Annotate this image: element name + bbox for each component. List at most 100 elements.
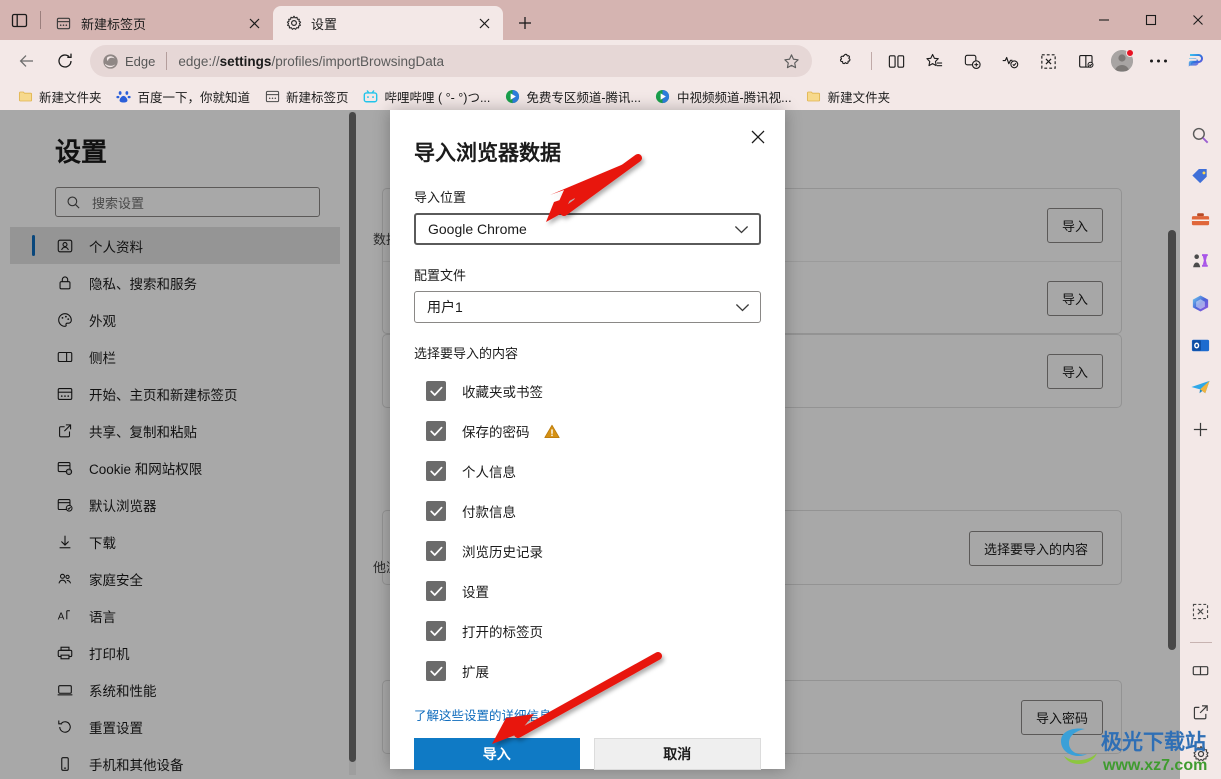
checkbox-label: 个人信息 [462,465,516,480]
split-screen-icon[interactable] [1185,653,1217,687]
tab-settings[interactable]: 设置 [273,6,503,40]
search-icon[interactable] [1185,118,1217,152]
checkbox-row-open-tabs[interactable]: 打开的标签页 [414,611,761,651]
split-screen-icon[interactable] [879,44,913,78]
new-tab-button[interactable] [509,7,541,39]
add-icon[interactable] [1185,412,1217,446]
checkbox-label: 扩展 [462,665,489,680]
collections-icon[interactable] [955,44,989,78]
close-icon[interactable] [473,12,495,34]
games-icon[interactable] [1185,244,1217,278]
chevron-down-icon [734,225,749,234]
profile-label: 配置文件 [414,268,467,283]
dialog-actions: 导入 取消 [414,738,761,770]
window-controls [1080,0,1221,40]
bookmark-item[interactable]: 百度一下，你就知道 [109,85,258,107]
read-aloud-icon[interactable] [1069,44,1103,78]
checkbox-checked-icon[interactable] [426,461,446,481]
import-button[interactable]: 导入 [414,738,580,770]
tab-title: 设置 [311,16,338,32]
outlook-icon[interactable] [1185,328,1217,362]
checkbox-row-personal-info[interactable]: 个人信息 [414,451,761,491]
bookmark-label: 百度一下，你就知道 [137,90,251,105]
learn-more-link[interactable]: 了解这些设置的详细信息 [414,705,552,724]
bookmark-item[interactable]: 哔哩哔哩 ( °- °)つ... [356,85,498,107]
chevron-down-icon [735,303,750,312]
profile-select[interactable]: 用户1 [414,291,761,323]
bookmark-label: 新建文件夹 [827,90,891,105]
avatar[interactable] [1105,44,1139,78]
omnibox-divider [166,52,168,70]
back-arrow-icon[interactable] [10,44,44,78]
bookmarks-bar: 新建文件夹 百度一下，你就知道 新建标签页 哔哩哔哩 ( °- °)つ... 免… [0,82,1221,110]
import-from-value: Google Chrome [428,221,527,237]
import-from-select[interactable]: Google Chrome [414,213,761,245]
settings-gear-icon[interactable] [1185,737,1217,771]
favorite-star-icon[interactable] [776,46,806,76]
checkbox-label: 浏览历史记录 [462,545,543,560]
bookmark-item[interactable]: 新建标签页 [257,85,356,107]
close-icon[interactable] [743,122,773,152]
bookmark-label: 哔哩哔哩 ( °- °)つ... [384,90,491,105]
choose-content-label: 选择要导入的内容 [414,346,519,361]
checkbox-label: 保存的密码 [462,425,530,440]
import-from-label: 导入位置 [414,190,467,205]
checkbox-checked-icon[interactable] [426,501,446,521]
tab-divider [40,11,41,29]
close-icon[interactable] [243,12,265,34]
avatar-notification-badge [1126,49,1134,57]
toolbar-divider [871,52,872,70]
tools-icon[interactable] [1185,202,1217,236]
checkbox-checked-icon[interactable] [426,581,446,601]
screenshot-icon[interactable] [1185,594,1217,628]
checkbox-row-passwords[interactable]: 保存的密码 [414,411,761,451]
copilot-icon[interactable] [1179,44,1213,78]
copilot-puzzle-icon[interactable] [830,44,864,78]
maximize-button[interactable] [1127,0,1174,40]
checkbox-label: 付款信息 [462,505,516,520]
bookmark-item[interactable]: 中视频频道-腾讯视... [648,85,799,107]
title-bar: 新建标签页 设置 [0,0,1221,40]
edge-logo-icon [103,53,118,69]
copilot-icon[interactable] [1185,286,1217,320]
checkbox-checked-icon[interactable] [426,421,446,441]
screenshot-icon[interactable] [1031,44,1065,78]
url-text: edge://settings/profiles/importBrowsingD… [178,53,445,69]
checkbox-row-payment-info[interactable]: 付款信息 [414,491,761,531]
checkbox-checked-icon[interactable] [426,381,446,401]
import-browser-data-dialog: 导入浏览器数据 导入位置 Google Chrome 配置文件 用户1 选择要导… [390,110,785,770]
new-tab-icon [55,15,72,32]
close-button[interactable] [1174,0,1221,40]
edge-identity-chip: Edge [102,53,155,70]
checkbox-checked-icon[interactable] [426,661,446,681]
address-bar[interactable]: Edge edge://settings/profiles/importBrow… [90,45,812,77]
settings-and-more-icon[interactable] [1141,44,1175,78]
open-external-icon[interactable] [1185,695,1217,729]
reload-icon[interactable] [48,44,82,78]
tab-list-icon[interactable] [0,0,38,40]
bookmark-item[interactable]: 新建文件夹 [799,85,898,107]
checkbox-checked-icon[interactable] [426,621,446,641]
bookmark-item[interactable]: 新建文件夹 [10,85,109,107]
checkbox-label: 设置 [462,585,489,600]
favorites-icon[interactable] [917,44,951,78]
checkbox-checked-icon[interactable] [426,541,446,561]
browser-essentials-icon[interactable] [993,44,1027,78]
bookmark-label: 免费专区频道-腾讯... [526,90,641,105]
bookmark-label: 新建标签页 [286,90,349,105]
tab-title: 新建标签页 [81,16,147,32]
checkbox-row-history[interactable]: 浏览历史记录 [414,531,761,571]
tab-new-tab-page[interactable]: 新建标签页 [43,6,273,40]
shopping-tag-icon[interactable] [1185,160,1217,194]
tab-strip: 新建标签页 设置 [0,0,541,40]
checkbox-row-favorites[interactable]: 收藏夹或书签 [414,371,761,411]
edge-sidebar-rail [1180,110,1221,779]
new-tab-icon [264,88,280,104]
bookmark-item[interactable]: 免费专区频道-腾讯... [497,85,648,107]
gear-icon [285,15,302,32]
telegram-icon[interactable] [1185,370,1217,404]
checkbox-row-settings[interactable]: 设置 [414,571,761,611]
checkbox-row-extensions[interactable]: 扩展 [414,651,761,691]
minimize-button[interactable] [1080,0,1127,40]
cancel-button[interactable]: 取消 [593,738,761,770]
